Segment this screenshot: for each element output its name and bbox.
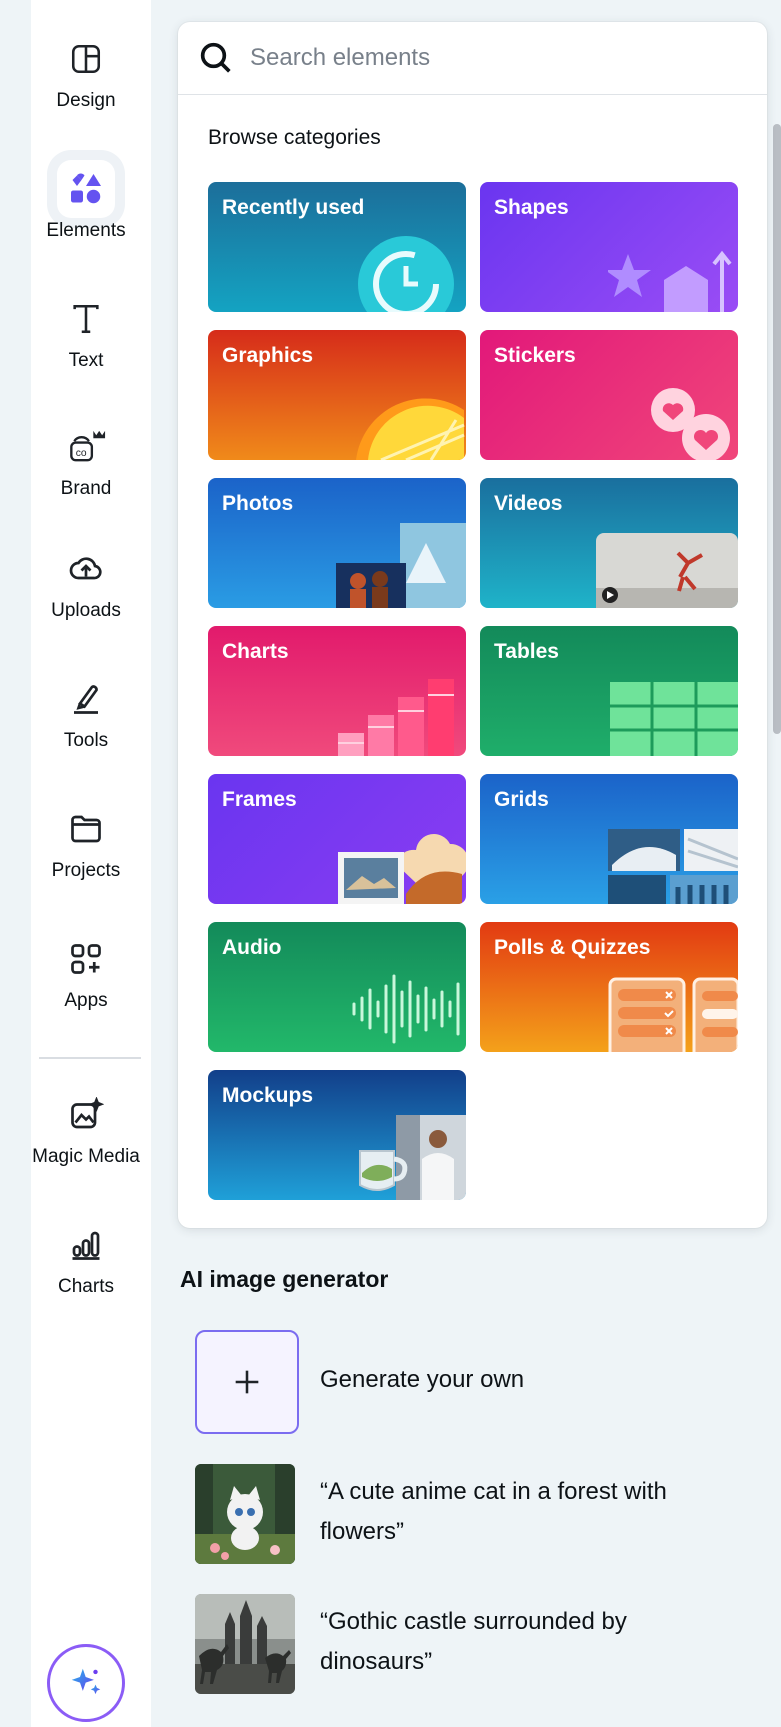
sidebar-item-design[interactable]: Design <box>31 30 141 112</box>
prompt-text-2[interactable]: “Gothic castle surrounded by dinosaurs” <box>320 1602 627 1682</box>
category-stickers[interactable]: Stickers <box>480 330 738 460</box>
anime-cat-thumbnail[interactable] <box>195 1464 295 1564</box>
generate-your-own-label[interactable]: Generate your own <box>320 1360 524 1400</box>
category-label: Tables <box>494 640 559 663</box>
sidebar-item-label: Charts <box>58 1276 114 1297</box>
shapes-icon <box>608 250 732 312</box>
category-label: Polls & Quizzes <box>494 936 651 959</box>
search-input[interactable] <box>248 43 732 73</box>
table-icon <box>610 682 738 756</box>
bar-chart-icon <box>338 679 454 756</box>
generate-your-own-button[interactable] <box>195 1330 299 1434</box>
video-thumbnail <box>596 533 738 608</box>
category-charts[interactable]: Charts <box>208 626 466 756</box>
sidebar-item-text[interactable]: Text <box>31 290 141 372</box>
sidebar-item-apps[interactable]: Apps <box>31 930 141 1012</box>
browse-categories-heading: Browse categories <box>208 126 381 149</box>
poll-icon <box>608 977 738 1052</box>
elements-icon <box>57 160 115 218</box>
sidebar-item-projects[interactable]: Projects <box>31 800 141 882</box>
apps-icon <box>57 930 115 988</box>
category-graphics[interactable]: Graphics <box>208 330 466 460</box>
svg-text:co: co <box>76 448 87 459</box>
text-icon <box>57 290 115 348</box>
sidebar-item-charts[interactable]: Charts <box>31 1216 141 1298</box>
category-audio[interactable]: Audio <box>208 922 466 1052</box>
sparkle-icon <box>71 1668 101 1695</box>
sidebar-item-brand[interactable]: co Brand <box>31 418 141 500</box>
category-polls-quizzes[interactable]: Polls & Quizzes <box>480 922 738 1052</box>
side-rail: Design Elements Text co Brand Uploads To… <box>31 0 151 1727</box>
mockup-image <box>359 1115 466 1200</box>
prompt-text-1[interactable]: “A cute anime cat in a forest with flowe… <box>320 1472 667 1552</box>
category-label: Videos <box>494 492 563 515</box>
sidebar-item-label: Text <box>68 350 104 371</box>
heart-bubble-icon <box>651 388 730 460</box>
bar-chart-icon <box>57 1216 115 1274</box>
category-recently-used[interactable]: Recently used <box>208 182 466 312</box>
lemon-icon <box>356 398 465 460</box>
sidebar-item-label: Magic Media <box>32 1146 140 1167</box>
category-tables[interactable]: Tables <box>480 626 738 756</box>
category-shapes[interactable]: Shapes <box>480 182 738 312</box>
sidebar-divider <box>39 1057 141 1059</box>
ai-image-generator-heading: AI image generator <box>180 1266 389 1292</box>
category-photos[interactable]: Photos <box>208 478 466 608</box>
sidebar-item-label: Design <box>56 90 116 111</box>
sidebar-item-label: Elements <box>46 220 126 241</box>
folder-icon <box>57 800 115 858</box>
sidebar-item-label: Brand <box>60 478 112 499</box>
category-label: Mockups <box>222 1084 314 1107</box>
scrollbar[interactable] <box>773 124 781 734</box>
layout-icon <box>57 30 115 88</box>
sidebar-item-magic-media[interactable]: Magic Media <box>25 1086 147 1168</box>
prompt-line: flowers” <box>320 1518 405 1545</box>
prompt-line: dinosaurs” <box>320 1648 433 1675</box>
clock-icon <box>358 236 454 312</box>
search-bar <box>178 22 767 95</box>
sidebar-item-elements[interactable]: Elements <box>31 160 141 242</box>
category-label: Charts <box>222 640 289 663</box>
pen-icon <box>57 670 115 728</box>
photos-image <box>336 523 466 608</box>
category-label: Stickers <box>494 344 576 367</box>
category-label: Graphics <box>222 344 314 367</box>
magic-image-icon <box>57 1086 115 1144</box>
sidebar-item-label: Tools <box>63 730 109 751</box>
plus-icon <box>235 1370 259 1394</box>
search-icon <box>200 42 231 73</box>
cloud-upload-icon <box>57 540 115 598</box>
prompt-line: “Gothic castle surrounded by <box>320 1608 627 1635</box>
sidebar-item-label: Uploads <box>51 600 121 621</box>
category-label: Recently used <box>222 196 365 219</box>
category-mockups[interactable]: Mockups <box>208 1070 466 1200</box>
elements-panel: Browse categories Recently used Shapes G… <box>178 22 767 1228</box>
sidebar-item-label: Projects <box>51 860 121 881</box>
category-grids[interactable]: Grids <box>480 774 738 904</box>
magic-assistant-button[interactable] <box>47 1644 125 1722</box>
category-label: Shapes <box>494 196 569 219</box>
category-videos[interactable]: Videos <box>480 478 738 608</box>
prompt-line: “A cute anime cat in a forest with <box>320 1478 667 1505</box>
frames-image <box>338 834 466 904</box>
sidebar-item-uploads[interactable]: Uploads <box>31 540 141 622</box>
grid-image <box>608 829 738 904</box>
waveform-icon <box>352 974 460 1044</box>
sidebar-item-tools[interactable]: Tools <box>31 670 141 752</box>
category-label: Grids <box>494 788 549 811</box>
sidebar-item-label: Apps <box>64 990 108 1011</box>
category-label: Photos <box>222 492 294 515</box>
gothic-castle-thumbnail[interactable] <box>195 1594 295 1694</box>
category-frames[interactable]: Frames <box>208 774 466 904</box>
category-label: Audio <box>222 936 282 959</box>
brand-icon: co <box>57 418 115 476</box>
category-label: Frames <box>222 788 297 811</box>
